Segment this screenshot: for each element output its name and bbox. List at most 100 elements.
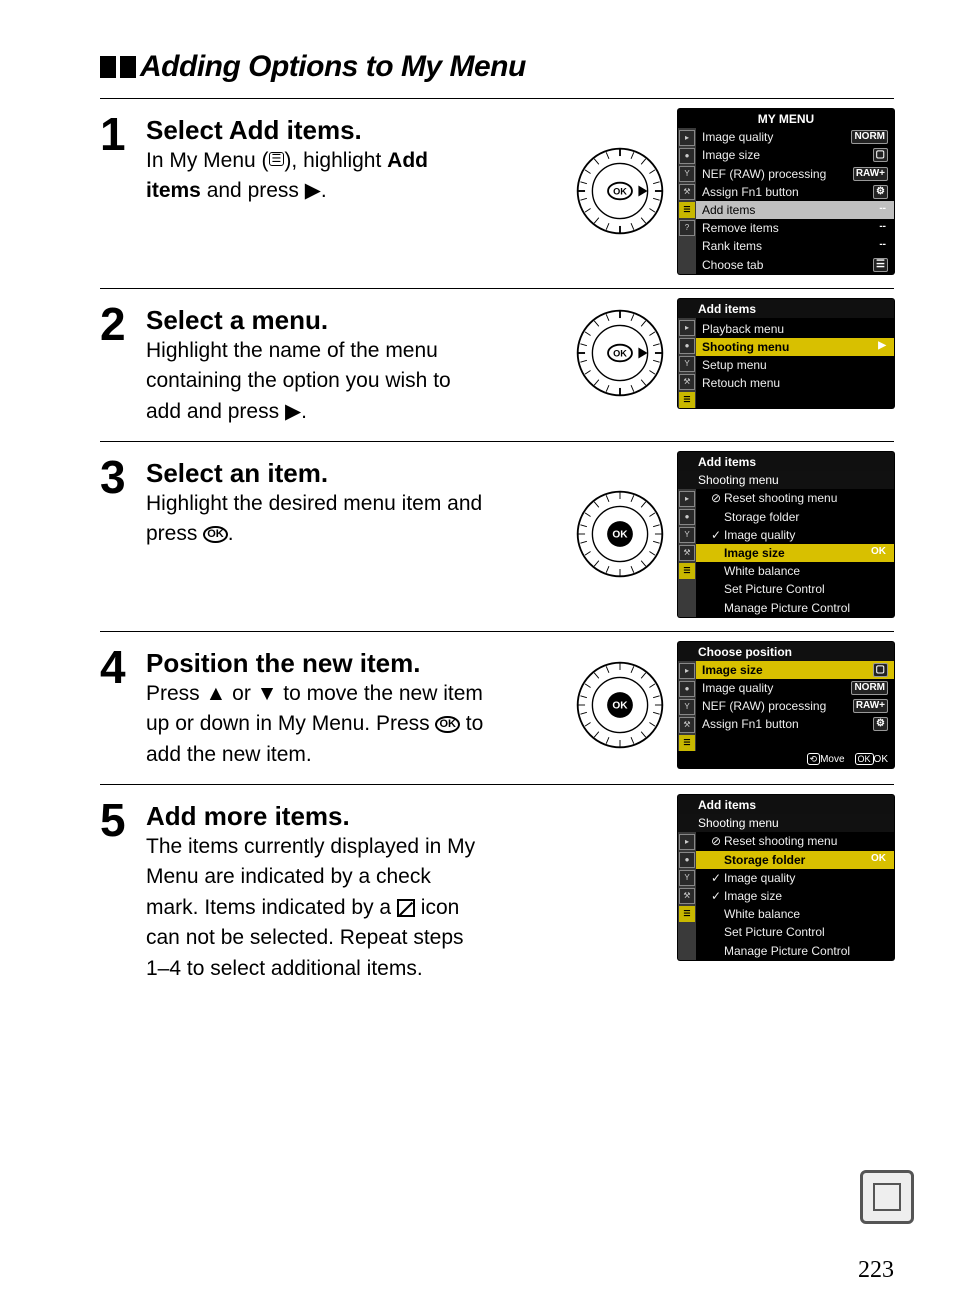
lcd-tab-icon: ☰	[679, 392, 695, 408]
lcd-row-label: Image size	[710, 545, 785, 561]
lcd-tab-icon: ●	[679, 852, 695, 868]
divider	[100, 98, 894, 99]
lcd-row: Choose tab ☰	[696, 256, 894, 274]
lcd-row-label: Playback menu	[702, 321, 784, 337]
lcd-row-label: Add items	[702, 202, 755, 218]
camera-lcd-screenshot: Choose position▸●Y⚒☰Image size▢Image qua…	[678, 642, 894, 769]
lcd-row-value: ▢	[873, 663, 888, 677]
lcd-row-label: ✓Image size	[710, 888, 782, 904]
lcd-row-value: OK	[869, 546, 888, 558]
divider	[100, 784, 894, 785]
lcd-title: MY MENU	[678, 109, 894, 128]
lcd-rows: Image qualityNORMImage size ▢ NEF (RAW) pr…	[696, 128, 894, 274]
step-title: Select Add items.	[146, 115, 564, 146]
lcd-row: ✓Image size	[696, 887, 894, 905]
step-body: Add more items.The items currently displ…	[146, 795, 678, 984]
lcd-row: Image size ▢	[696, 661, 894, 679]
step-description: Highlight the name of the menu containin…	[146, 336, 486, 427]
step-title: Add more items.	[146, 801, 668, 832]
lcd-row-label: ✓Image quality	[710, 870, 795, 886]
lcd-row: ✓Image quality	[696, 869, 894, 887]
lcd-tab-icon: Y	[679, 356, 695, 372]
lcd-row: Shooting menu ▶	[696, 338, 894, 356]
lcd-row-value: --	[877, 203, 888, 215]
selector-dial-right-icon	[574, 307, 666, 399]
step-description: The items currently displayed in My Menu…	[146, 832, 486, 984]
lcd-row-label: Manage Picture Control	[710, 600, 850, 616]
lcd-row-value: OK	[869, 853, 888, 865]
lcd-row-label: Choose tab	[702, 257, 763, 273]
disabled-icon: ⊘	[710, 490, 722, 506]
lcd-row-label: Image quality	[702, 129, 773, 145]
square-bullet-icon	[120, 56, 136, 78]
lcd-tab-icon: ▸	[679, 491, 695, 507]
step-title: Select an item.	[146, 458, 564, 489]
step-body: Select Add items.In My Menu (☰), highlig…	[146, 109, 574, 207]
lcd-row-value: RAW+	[853, 699, 888, 713]
step-title: Select a menu.	[146, 305, 564, 336]
lcd-tab-icon: ▸	[679, 130, 695, 146]
lcd-row-label: Setup menu	[702, 357, 767, 373]
lcd-row-label: Storage folder	[710, 852, 805, 868]
step-graphics: Choose position▸●Y⚒☰Image size▢Image qua…	[574, 642, 894, 769]
lcd-tab-icon: Y	[679, 527, 695, 543]
lcd-row: White balance	[696, 562, 894, 580]
manual-page: Adding Options to My Menu 1Select Add it…	[0, 0, 954, 1314]
lcd-footer-item: OKOK	[855, 753, 888, 767]
lcd-row-label: White balance	[710, 906, 800, 922]
lcd-tab-icon: ●	[679, 338, 695, 354]
lcd-subheader: Shooting menu	[678, 471, 894, 489]
lcd-tab-icon: ?	[679, 220, 695, 236]
lcd-row: Rank items--	[696, 237, 894, 255]
lcd-row-value: RAW+	[853, 167, 888, 181]
lcd-row-label: Shooting menu	[702, 339, 789, 355]
lcd-tab-icon: ☰	[679, 906, 695, 922]
lcd-row: ⊘Reset shooting menu	[696, 489, 894, 507]
lcd-tab-icon: ⚒	[679, 374, 695, 390]
lcd-row-label: Manage Picture Control	[710, 943, 850, 959]
step-number: 5	[100, 795, 146, 843]
lcd-tab-strip: ▸●Y⚒☰	[678, 489, 696, 616]
step-description: Highlight the desired menu item and pres…	[146, 489, 486, 550]
step-number: 4	[100, 642, 146, 690]
lcd-row-label: ✓Image quality	[710, 527, 795, 543]
disabled-icon: ⊘	[710, 833, 722, 849]
lcd-row-label: ⊘Reset shooting menu	[710, 490, 837, 506]
camera-lcd-screenshot: MY MENU▸●Y⚒☰?Image qualityNORMImage size…	[678, 109, 894, 274]
lcd-rows: Image size▢Image qualityNORMNEF (RAW) pr…	[696, 661, 894, 751]
lcd-row-label: Image size	[702, 147, 760, 163]
lcd-row-value: ☰	[873, 258, 888, 272]
lcd-row-value: --	[877, 221, 888, 233]
lcd-tab-icon: Y	[679, 870, 695, 886]
lcd-row: Add items --	[696, 201, 894, 219]
step-number: 3	[100, 452, 146, 500]
lcd-row: ⊘Reset shooting menu	[696, 832, 894, 850]
lcd-tab-icon: ⚒	[679, 717, 695, 733]
lcd-tab-icon: ⚒	[679, 184, 695, 200]
lcd-row-value: ⚙	[873, 185, 888, 199]
lcd-tab-strip: ▸●Y⚒☰	[678, 661, 696, 751]
lcd-title: Add items	[678, 452, 894, 471]
lcd-subheader: Shooting menu	[678, 814, 894, 832]
lcd-row-value: ▶	[876, 340, 888, 352]
step-body: Select an item.Highlight the desired men…	[146, 452, 574, 550]
lcd-row: Setup menu	[696, 356, 894, 374]
divider	[100, 441, 894, 442]
step-body: Position the new item.Press ▲ or ▼ to mo…	[146, 642, 574, 770]
lcd-row-label: Image size	[702, 662, 763, 678]
lcd-tab-strip: ▸●Y⚒☰?	[678, 128, 696, 274]
step-graphics: Add itemsShooting menu▸●Y⚒☰⊘Reset shooti…	[678, 795, 894, 960]
lcd-row-label: Rank items	[702, 238, 762, 254]
lcd-row-label: Assign Fn1 button	[702, 716, 799, 732]
lcd-tab-icon: ☰	[679, 202, 695, 218]
lcd-tab-strip: ▸●Y⚒☰	[678, 832, 696, 959]
lcd-row	[696, 395, 894, 397]
lcd-row: Playback menu	[696, 320, 894, 338]
lcd-row: Image qualityNORM	[696, 128, 894, 146]
lcd-row-label: NEF (RAW) processing	[702, 166, 826, 182]
lcd-rows: Playback menuShooting menu▶Setup menuRet…	[696, 318, 894, 408]
lcd-row-value: ▢	[873, 148, 888, 162]
lcd-rows: ⊘Reset shooting menuStorage folder✓Image…	[696, 489, 894, 616]
lcd-row: NEF (RAW) processing RAW+	[696, 165, 894, 183]
lcd-tab-icon: ⚒	[679, 888, 695, 904]
